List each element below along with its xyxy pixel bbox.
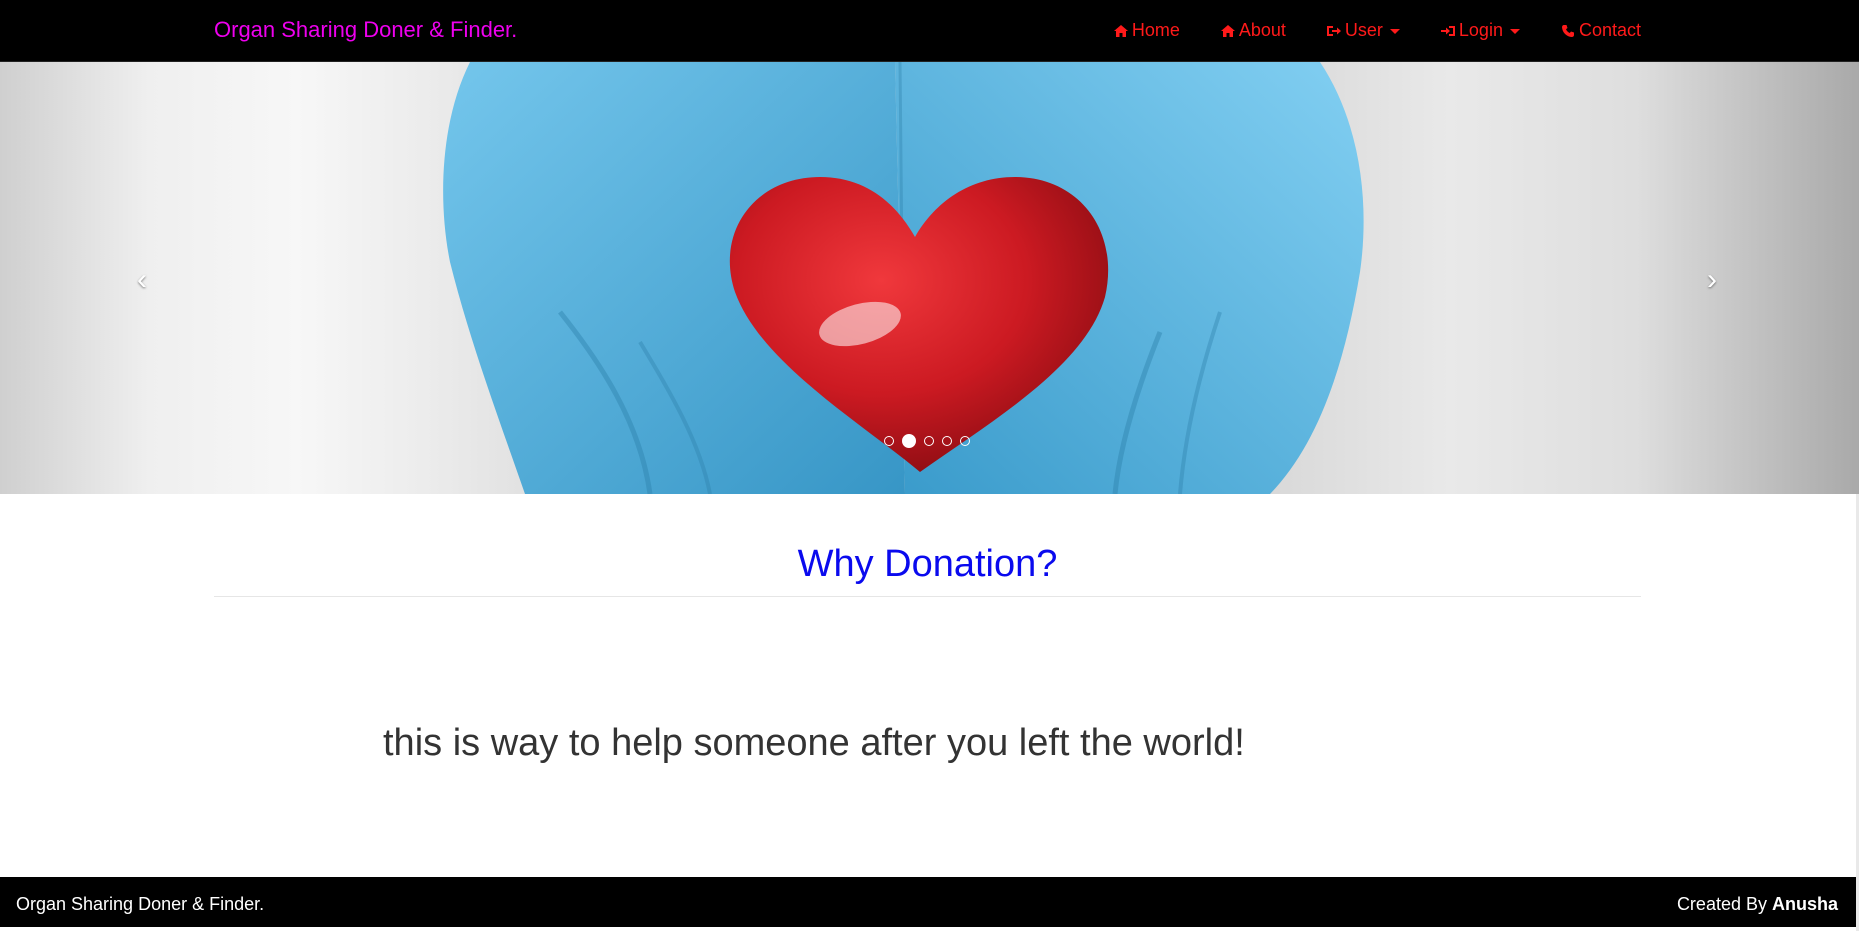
carousel-indicator[interactable] [884,436,894,446]
footer-author: Anusha [1771,894,1838,914]
carousel-indicators [880,434,974,448]
phone-icon [1560,23,1576,39]
chevron-down-icon [1389,29,1400,34]
nav-item-label: Contact [1578,20,1641,40]
nav-item-contact[interactable]: Contact [1560,20,1641,41]
footer-site-name: Organ Sharing Doner & Finder. [16,894,265,914]
sign-in-icon [1440,23,1456,39]
nav-menu: Home About User Login Contact [1073,0,1641,61]
home-icon [1113,23,1129,39]
nav-item-login[interactable]: Login [1440,20,1520,41]
carousel-indicator[interactable] [902,434,916,448]
carousel-next-button[interactable]: › [1692,260,1732,300]
carousel-slide-image [443,62,1364,494]
chevron-down-icon [1509,29,1520,34]
home-icon [1220,23,1236,39]
footer-credit-prefix: Created By [1676,894,1772,914]
section-text: this is way to help someone after you le… [383,722,1245,764]
carousel-indicator[interactable] [924,436,934,446]
nav-item-user[interactable]: User [1326,20,1400,41]
navbar: Organ Sharing Doner & Finder. Home About… [0,0,1859,62]
nav-item-label: Home [1131,20,1180,40]
sign-out-icon [1326,23,1342,39]
section-heading: Why Donation? [797,543,1058,585]
brand-link[interactable]: Organ Sharing Doner & Finder. [214,16,517,44]
nav-item-label: Login [1458,20,1503,40]
hero-carousel: ‹ › [0,62,1859,494]
carousel-prev-button[interactable]: ‹ [122,260,162,300]
carousel-indicator[interactable] [960,436,970,446]
nav-item-label: About [1238,20,1286,40]
footer-credit: Created By Anusha [1677,893,1838,915]
carousel-indicator[interactable] [942,436,952,446]
page: Organ Sharing Doner & Finder. Home About… [0,0,1859,931]
nav-item-about[interactable]: About [1220,20,1286,41]
divider [214,596,1641,597]
nav-item-label: User [1344,20,1383,40]
nav-item-home[interactable]: Home [1113,20,1180,41]
footer: Organ Sharing Doner & Finder. Created By… [0,877,1856,927]
